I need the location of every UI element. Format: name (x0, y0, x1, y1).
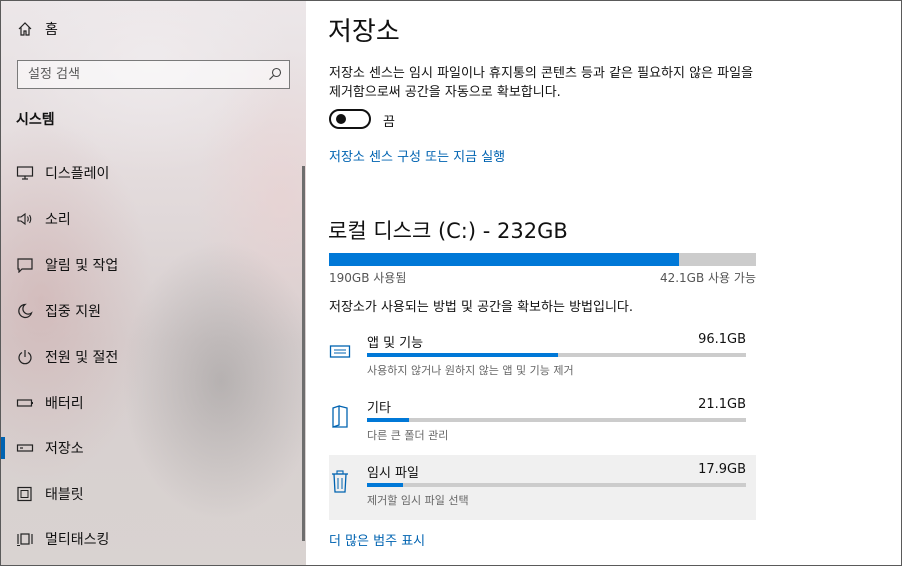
toggle-knob (336, 114, 346, 124)
home-nav-item[interactable]: 홈 (1, 9, 301, 49)
category-other[interactable]: 기타 21.1GB 다른 큰 폴더 관리 (329, 390, 756, 455)
disk-free-label: 42.1GB 사용 가능 (659, 271, 756, 285)
show-more-categories-link[interactable]: 더 많은 범주 표시 (329, 530, 425, 549)
category-subtext: 제거할 임시 파일 선택 (367, 494, 469, 507)
category-usage-bar (367, 418, 746, 422)
category-usage-fill (367, 353, 559, 357)
category-subtext: 다른 큰 폴더 관리 (367, 429, 449, 442)
main-content: 저장소 저장소 센스는 임시 파일이나 휴지통의 콘텐츠 등과 같은 필요하지 … (306, 1, 901, 565)
toggle-state-label: 끔 (383, 115, 395, 130)
category-name: 앱 및 기능 (367, 336, 424, 351)
trash-icon (329, 469, 351, 495)
category-size: 21.1GB (698, 397, 746, 412)
sidebar-item-focus-assist[interactable]: 집중 지원 (1, 291, 301, 331)
search-input[interactable] (18, 61, 258, 88)
battery-icon (15, 393, 35, 413)
sidebar-item-display[interactable]: 디스플레이 (1, 153, 301, 193)
category-usage-bar (367, 483, 746, 487)
sidebar-item-label: 저장소 (45, 441, 84, 457)
disk-used-label: 190GB 사용됨 (329, 271, 407, 285)
storage-usage-description: 저장소가 사용되는 방법 및 공간을 확보하는 방법입니다. (329, 300, 634, 315)
sidebar-item-sound[interactable]: 소리 (1, 199, 301, 239)
category-usage-fill (367, 483, 403, 487)
other-icon (329, 404, 351, 430)
category-usage-bar (367, 353, 746, 357)
category-subtext: 사용하지 않거나 원하지 않는 앱 및 기능 제거 (367, 364, 574, 377)
power-icon (15, 347, 35, 367)
home-icon (15, 19, 35, 39)
category-size: 96.1GB (698, 332, 746, 347)
apps-icon (329, 339, 351, 365)
storage-sense-description: 저장소 센스는 임시 파일이나 휴지통의 콘텐츠 등과 같은 필요하지 않은 파… (329, 66, 754, 100)
configure-storage-sense-link[interactable]: 저장소 센스 구성 또는 지금 실행 (329, 146, 505, 165)
sidebar-item-label: 배터리 (45, 396, 84, 412)
sidebar-item-multitasking[interactable]: 멀티태스킹 (1, 519, 301, 559)
sidebar-scrollbar[interactable] (302, 166, 305, 541)
sidebar-item-label: 디스플레이 (45, 166, 110, 182)
tablet-icon (15, 484, 35, 504)
sidebar-item-notifications[interactable]: 알림 및 작업 (1, 245, 301, 285)
sidebar-item-label: 멀티태스킹 (45, 532, 110, 548)
disk-usage-fill (329, 253, 679, 266)
sidebar: 홈 시스템 디스플레이 소리 알림 및 작업 (1, 1, 306, 565)
storage-sense-toggle[interactable] (329, 109, 371, 129)
sidebar-item-label: 전원 및 절전 (45, 350, 119, 366)
settings-window: 홈 시스템 디스플레이 소리 알림 및 작업 (0, 0, 902, 566)
sidebar-item-label: 소리 (45, 212, 71, 228)
sidebar-item-label: 태블릿 (45, 487, 84, 503)
moon-icon (15, 301, 35, 321)
disk-title: 로컬 디스크 (C:) - 232GB (328, 219, 568, 243)
search-icon[interactable] (267, 66, 283, 82)
storage-icon (15, 438, 35, 458)
section-title: 시스템 (16, 112, 55, 128)
category-apps[interactable]: 앱 및 기능 96.1GB 사용하지 않거나 원하지 않는 앱 및 기능 제거 (329, 325, 756, 390)
sidebar-item-label: 알림 및 작업 (45, 258, 119, 274)
category-temp-files[interactable]: 임시 파일 17.9GB 제거할 임시 파일 선택 (329, 455, 756, 520)
disk-usage-bar (329, 253, 756, 266)
speaker-icon (15, 209, 35, 229)
sidebar-item-tablet[interactable]: 태블릿 (1, 474, 301, 514)
home-label: 홈 (45, 22, 58, 38)
search-box[interactable] (17, 60, 290, 89)
sidebar-item-storage[interactable]: 저장소 (1, 428, 301, 468)
category-name: 기타 (367, 401, 391, 416)
category-usage-fill (367, 418, 410, 422)
sidebar-item-label: 집중 지원 (45, 304, 101, 320)
display-icon (15, 163, 35, 183)
notification-icon (15, 255, 35, 275)
multitasking-icon (15, 529, 35, 549)
sidebar-item-power[interactable]: 전원 및 절전 (1, 337, 301, 377)
category-name: 임시 파일 (367, 466, 419, 481)
page-title: 저장소 (328, 17, 400, 47)
sidebar-item-battery[interactable]: 배터리 (1, 383, 301, 423)
category-size: 17.9GB (698, 462, 746, 477)
